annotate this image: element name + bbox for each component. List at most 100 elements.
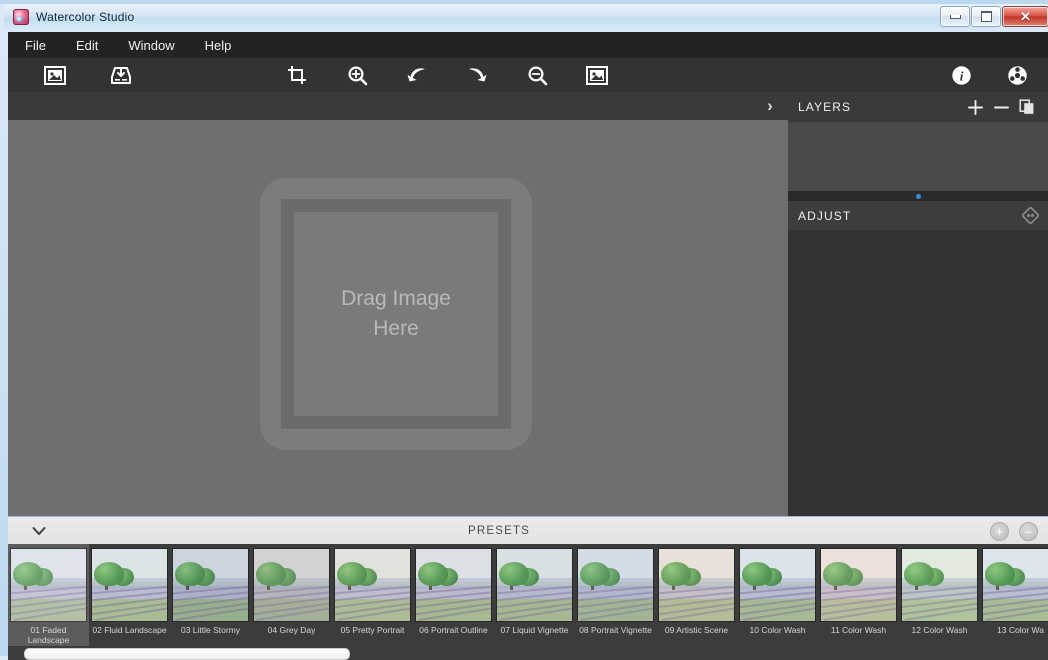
open-image-icon[interactable] (38, 60, 72, 90)
duplicate-layer-icon[interactable] (1014, 95, 1040, 119)
preset-label: 01 Faded Landscape (9, 625, 88, 645)
right-panel-column: LAYERS ADJUST (788, 92, 1048, 516)
thumb-tint-overlay (416, 549, 491, 621)
preset-thumbnail[interactable] (983, 549, 1048, 621)
thumb-tint-overlay (92, 549, 167, 621)
preset-label: 09 Artistic Scene (657, 625, 736, 635)
panel-splitter[interactable] (788, 191, 1048, 201)
adjust-panel-header: ADJUST (788, 201, 1048, 230)
thumb-tint-overlay (902, 549, 977, 621)
undo-icon[interactable] (400, 60, 434, 90)
preset-thumbnail[interactable] (335, 549, 410, 621)
preset-item[interactable]: 05 Pretty Portrait (332, 544, 413, 646)
presets-title: PRESETS (8, 525, 990, 537)
zoom-in-icon[interactable] (340, 60, 374, 90)
thumb-tint-overlay (983, 549, 1048, 621)
preset-thumbnail[interactable] (173, 549, 248, 621)
zoom-out-icon[interactable] (520, 60, 554, 90)
thumb-tint-overlay (254, 549, 329, 621)
preset-item[interactable]: 01 Faded Landscape (8, 544, 89, 646)
preset-item[interactable]: 10 Color Wash (737, 544, 818, 646)
preset-item[interactable]: 04 Grey Day (251, 544, 332, 646)
dropzone-text: Drag Image Here (341, 284, 451, 344)
watercolor-app-icon (13, 9, 29, 25)
adjust-controls-area[interactable] (788, 230, 1048, 517)
preset-item[interactable]: 09 Artistic Scene (656, 544, 737, 646)
remove-preset-button[interactable]: – (1019, 522, 1038, 541)
preset-thumbnail[interactable] (254, 549, 329, 621)
main-toolbar: i (8, 58, 1048, 92)
window-controls: ✕ (939, 6, 1048, 27)
presets-header: PRESETS + – (8, 516, 1048, 545)
menu-item-window[interactable]: Window (115, 34, 187, 57)
preset-item[interactable]: 02 Fluid Landscape (89, 544, 170, 646)
application-window: Watercolor Studio ✕ File Edit Window Hel… (0, 0, 1048, 660)
preset-label: 08 Portrait Vignette (576, 625, 655, 635)
preset-item[interactable]: 13 Color Wa (980, 544, 1048, 646)
layers-panel-title: LAYERS (798, 100, 962, 114)
thumb-tint-overlay (11, 549, 86, 621)
menu-item-help[interactable]: Help (192, 34, 245, 57)
dropzone-line1: Drag Image (341, 284, 451, 314)
preset-thumbnail[interactable] (497, 549, 572, 621)
menu-item-edit[interactable]: Edit (63, 34, 111, 57)
dropzone-line2: Here (341, 314, 451, 344)
redo-icon[interactable] (460, 60, 494, 90)
presets-list[interactable]: 01 Faded Landscape02 Fluid Landscape03 L… (8, 544, 1048, 646)
menu-item-file[interactable]: File (12, 34, 59, 57)
presets-scrollbar[interactable] (8, 646, 1048, 660)
thumb-tint-overlay (740, 549, 815, 621)
preset-item[interactable]: 12 Color Wash (899, 544, 980, 646)
presets-scrollbar-thumb[interactable] (24, 648, 350, 660)
adjust-diamond-icon[interactable] (1021, 206, 1040, 225)
preset-label: 03 Little Stormy (171, 625, 250, 635)
preset-label: 07 Liquid Vignette (495, 625, 574, 635)
thumb-tint-overlay (173, 549, 248, 621)
layers-panel-header: LAYERS (788, 92, 1048, 122)
save-image-icon[interactable] (104, 60, 138, 90)
preset-item[interactable]: 07 Liquid Vignette (494, 544, 575, 646)
title-bar: Watercolor Studio ✕ (4, 4, 1048, 30)
window-title: Watercolor Studio (36, 10, 134, 24)
svg-text:i: i (959, 68, 963, 83)
thumb-tint-overlay (335, 549, 410, 621)
add-layer-button[interactable] (962, 95, 988, 119)
preset-label: 10 Color Wash (738, 625, 817, 635)
settings-icon[interactable] (1000, 60, 1034, 90)
dropzone-frame: Drag Image Here (281, 199, 511, 429)
maximize-button[interactable] (971, 6, 1001, 27)
preset-label: 02 Fluid Landscape (90, 625, 169, 635)
thumb-tint-overlay (497, 549, 572, 621)
info-icon[interactable]: i (944, 60, 978, 90)
expand-panel-chevron-icon[interactable]: › (760, 96, 780, 116)
splitter-handle-dot (916, 194, 921, 199)
canvas-area[interactable]: Drag Image Here (8, 120, 788, 516)
preset-label: 05 Pretty Portrait (333, 625, 412, 635)
preset-thumbnail[interactable] (821, 549, 896, 621)
preset-label: 06 Portrait Outline (414, 625, 493, 635)
preset-item[interactable]: 11 Color Wash (818, 544, 899, 646)
close-button[interactable]: ✕ (1002, 6, 1048, 27)
canvas-top-strip: › (8, 92, 788, 120)
crop-icon[interactable] (280, 60, 314, 90)
thumb-tint-overlay (821, 549, 896, 621)
preset-thumbnail[interactable] (92, 549, 167, 621)
remove-layer-button[interactable] (988, 95, 1014, 119)
thumb-tint-overlay (659, 549, 734, 621)
preset-thumbnail[interactable] (659, 549, 734, 621)
image-dropzone[interactable]: Drag Image Here (260, 178, 532, 450)
minimize-button[interactable] (940, 6, 970, 27)
preset-thumbnail[interactable] (902, 549, 977, 621)
preset-thumbnail[interactable] (578, 549, 653, 621)
preset-item[interactable]: 06 Portrait Outline (413, 544, 494, 646)
preset-thumbnail[interactable] (11, 549, 86, 621)
preset-item[interactable]: 03 Little Stormy (170, 544, 251, 646)
preset-thumbnail[interactable] (740, 549, 815, 621)
preset-item[interactable]: 08 Portrait Vignette (575, 544, 656, 646)
preset-thumbnail[interactable] (416, 549, 491, 621)
fit-image-icon[interactable] (580, 60, 614, 90)
add-preset-button[interactable]: + (990, 522, 1009, 541)
thumb-tint-overlay (578, 549, 653, 621)
layers-list[interactable] (788, 122, 1048, 191)
menu-bar: File Edit Window Help (8, 32, 1048, 58)
